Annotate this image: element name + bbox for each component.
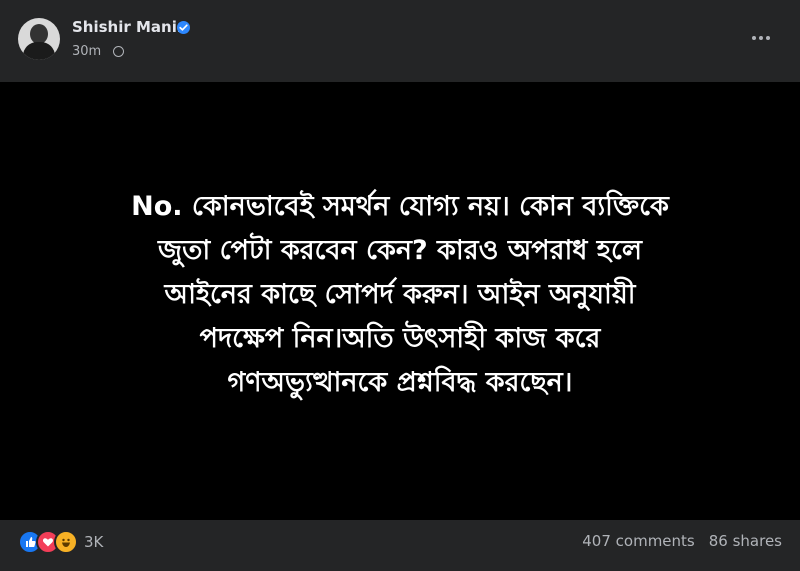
- avatar-body: [23, 42, 55, 60]
- shares-count[interactable]: 86 shares: [709, 532, 782, 550]
- post-line: আইনের কাছে সোপর্দ করুন। আইন অনুযায়ী: [164, 279, 636, 310]
- reaction-count: 3K: [84, 533, 104, 551]
- facebook-post-card: Shishir Manir 30m No. কোনভাবেই সমর্থন যো…: [0, 0, 800, 571]
- dot: [766, 36, 770, 40]
- post-header: Shishir Manir 30m: [0, 0, 800, 82]
- post-footer: 3K 407 comments 86 shares: [0, 520, 800, 571]
- post-background: No. কোনভাবেই সমর্থন যোগ্য নয়। কোন ব্যক্…: [0, 82, 800, 520]
- author-avatar[interactable]: [18, 18, 60, 60]
- post-line: পদক্ষেপ নিন।অতি উৎসাহী কাজ করে: [199, 323, 601, 354]
- verified-badge-icon: [177, 21, 190, 34]
- dot: [752, 36, 756, 40]
- more-options-icon[interactable]: [752, 28, 774, 48]
- post-time[interactable]: 30m: [72, 44, 101, 59]
- globe-icon: [113, 46, 124, 57]
- post-text: No. কোনভাবেই সমর্থন যোগ্য নয়। কোন ব্যক্…: [40, 185, 760, 405]
- post-line: জুতা পেটা করবেন কেন? কারও অপরাধ হলে: [158, 235, 642, 266]
- comments-count[interactable]: 407 comments: [582, 532, 694, 550]
- post-line: গণঅভ্যুত্থানকে প্রশ্নবিদ্ধ করছেন।: [227, 367, 573, 398]
- post-line: No. কোনভাবেই সমর্থন যোগ্য নয়। কোন ব্যক্…: [131, 191, 669, 222]
- haha-icon: [54, 530, 78, 554]
- dot: [759, 36, 763, 40]
- avatar-head: [30, 24, 48, 44]
- author-name[interactable]: Shishir Manir: [72, 18, 184, 36]
- engagement-stats: 407 comments 86 shares: [582, 532, 782, 550]
- reaction-summary[interactable]: 3K: [18, 530, 103, 554]
